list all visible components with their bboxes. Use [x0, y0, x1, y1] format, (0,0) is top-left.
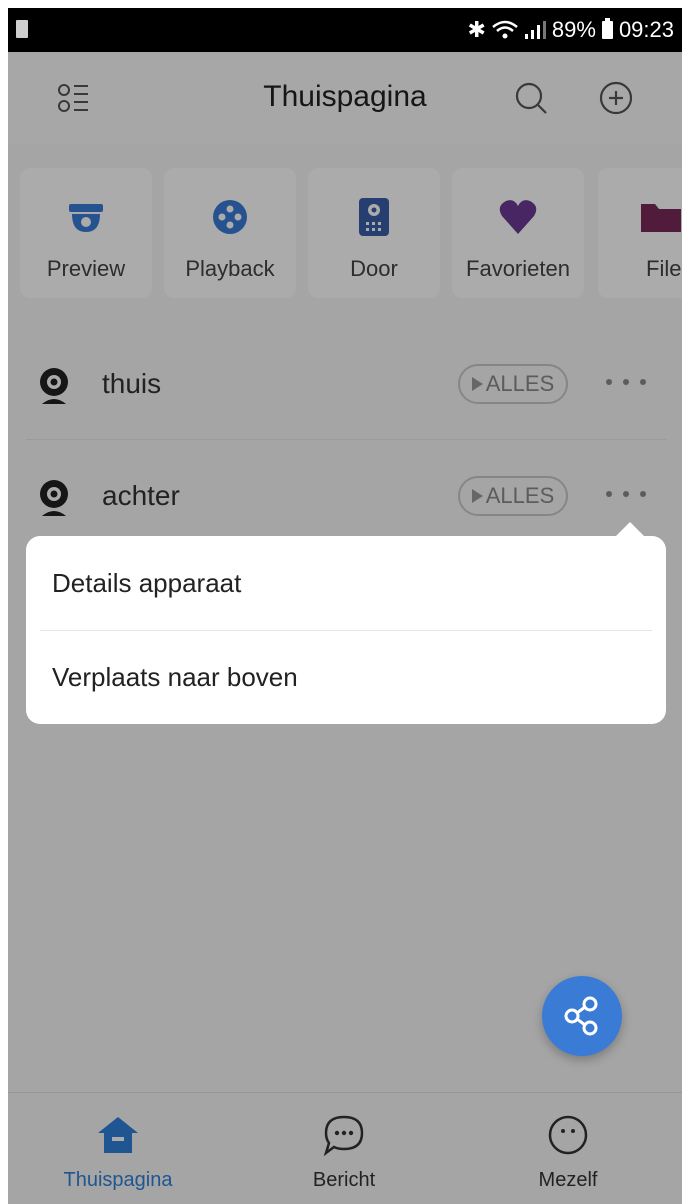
- device-options-popup: Details apparaat Verplaats naar boven: [26, 522, 666, 724]
- bluetooth-icon: ✱: [467, 17, 486, 42]
- menu-item-move-to-top[interactable]: Verplaats naar boven: [52, 662, 298, 693]
- battery-icon: [601, 18, 613, 39]
- signal-icon: [524, 21, 546, 39]
- clock-time: 09:23: [618, 17, 674, 42]
- menu-item-details[interactable]: Details apparaat: [52, 568, 241, 599]
- wifi-icon: [492, 20, 518, 39]
- popup-pointer: [616, 522, 644, 536]
- share-icon: [564, 996, 598, 1036]
- menu-divider: [40, 630, 652, 631]
- sd-card-icon: [16, 20, 28, 38]
- battery-percentage: 89%: [551, 17, 596, 42]
- phone-screen: ✱ 89% 09:23 Thuispagina Preview Playback…: [8, 8, 682, 1204]
- share-fab[interactable]: [542, 976, 622, 1056]
- status-bar: ✱ 89% 09:23: [8, 8, 682, 52]
